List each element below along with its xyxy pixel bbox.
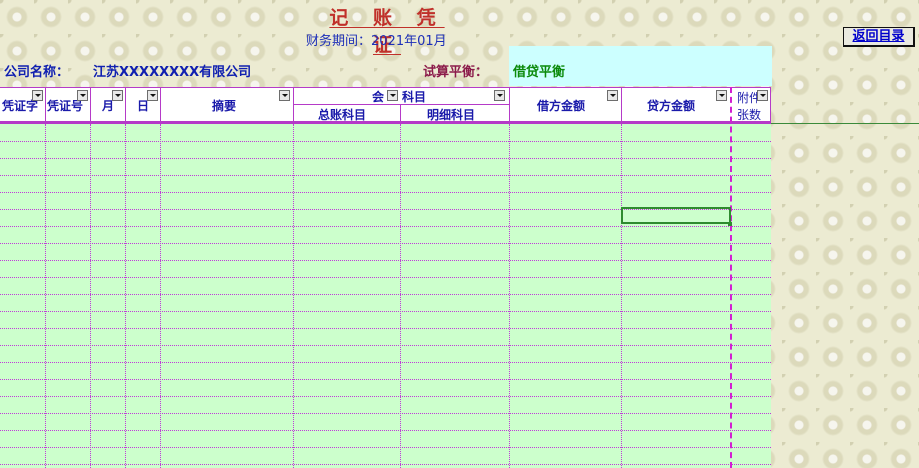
header-divider xyxy=(770,87,771,123)
header-divider xyxy=(45,87,46,123)
grid-row-line xyxy=(0,311,771,312)
page-break-line xyxy=(730,87,732,468)
account-subheader-divider xyxy=(293,104,509,105)
filter-dropdown-detail-account[interactable] xyxy=(494,90,505,101)
company-name[interactable]: 江苏XXXXXXXX有限公司 xyxy=(93,61,251,80)
grid-row-line xyxy=(0,226,771,227)
company-label: 公司名称： xyxy=(4,65,70,80)
col-header-account-part2: 科目 xyxy=(402,90,427,104)
filter-dropdown-attachments[interactable] xyxy=(757,90,768,101)
col-header-credit: 贷方金额 xyxy=(647,99,696,113)
sheet-border-line xyxy=(771,123,919,124)
header-divider xyxy=(90,87,91,123)
header-divider xyxy=(621,87,622,123)
header-divider xyxy=(509,87,510,123)
header-divider xyxy=(293,87,294,123)
grid-row-line xyxy=(0,396,771,397)
col-header-attachments-1: 附件 xyxy=(737,91,757,105)
trial-balance-label: 试算平衡： xyxy=(423,65,489,80)
grid-row-line xyxy=(0,328,771,329)
filter-dropdown-day[interactable] xyxy=(147,90,158,101)
grid-row-line xyxy=(0,192,771,193)
grid-row-line xyxy=(0,260,771,261)
grid-row-line xyxy=(0,345,771,346)
filter-dropdown-credit[interactable] xyxy=(716,90,727,101)
col-header-summary: 摘要 xyxy=(212,99,237,113)
trial-balance-value: 借贷平衡 xyxy=(513,65,566,80)
grid-row-line xyxy=(0,362,771,363)
filter-dropdown-voucher-type[interactable] xyxy=(32,90,43,101)
col-header-account-part1: 会 xyxy=(372,90,385,104)
back-to-index-button[interactable]: 返回目录 xyxy=(843,27,915,47)
filter-dropdown-voucher-no[interactable] xyxy=(77,90,88,101)
grid-row-line xyxy=(0,277,771,278)
voucher-grid[interactable] xyxy=(0,124,771,468)
filter-dropdown-general-ledger[interactable] xyxy=(387,90,398,101)
period-label: 财务期间：2021年01月 xyxy=(306,34,447,49)
col-header-detail-account: 明细科目 xyxy=(427,108,476,122)
grid-row-line xyxy=(0,447,771,448)
grid-row-line xyxy=(0,294,771,295)
grid-row-line xyxy=(0,413,771,414)
grid-row-line xyxy=(0,158,771,159)
filter-dropdown-debit[interactable] xyxy=(607,90,618,101)
header-bottom-border xyxy=(0,121,771,124)
header-divider xyxy=(125,87,126,123)
col-header-general-ledger: 总账科目 xyxy=(318,108,367,122)
grid-row-line xyxy=(0,379,771,380)
grid-row-line xyxy=(0,175,771,176)
filter-dropdown-summary[interactable] xyxy=(279,90,290,101)
col-header-debit: 借方金额 xyxy=(537,99,586,113)
filter-dropdown-month[interactable] xyxy=(112,90,123,101)
header-top-border xyxy=(0,87,771,88)
fill-handle[interactable] xyxy=(728,222,732,226)
col-header-attachments-2: 张数 xyxy=(737,108,762,122)
grid-row-line xyxy=(0,464,771,465)
header-divider xyxy=(400,104,401,123)
grid-row-line xyxy=(0,430,771,431)
selected-cell[interactable] xyxy=(621,207,731,224)
header-divider xyxy=(160,87,161,123)
grid-row-line xyxy=(0,141,771,142)
grid-row-line xyxy=(0,243,771,244)
